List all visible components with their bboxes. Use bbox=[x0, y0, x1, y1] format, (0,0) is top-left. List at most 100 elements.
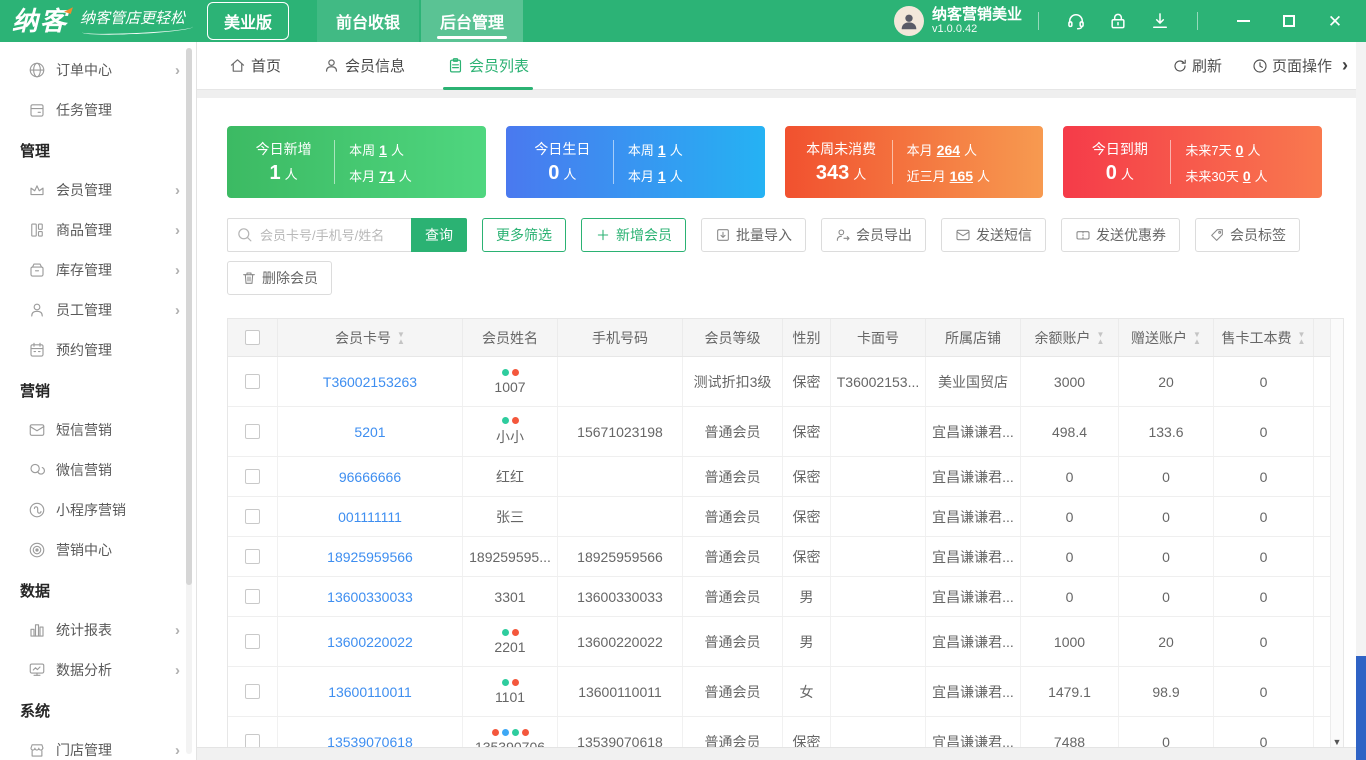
delete-member-button[interactable]: 删除会员 bbox=[227, 261, 332, 295]
edition-button[interactable]: 美业版 bbox=[207, 2, 290, 40]
sidebar-item-analysis[interactable]: 数据分析 › bbox=[0, 650, 196, 690]
row-checkbox[interactable] bbox=[245, 634, 260, 649]
chevron-right-icon[interactable]: › bbox=[1342, 55, 1348, 76]
sidebar-scrollbar[interactable] bbox=[186, 48, 192, 754]
sort-asc-icon[interactable]: ▲ bbox=[1193, 337, 1201, 345]
subrow-value-link[interactable]: 71 bbox=[379, 168, 395, 184]
cell-level: 普通会员 bbox=[683, 577, 783, 616]
stat-card-2: 本周未消费 343 人本月 264 人近三月 165 人 bbox=[784, 126, 1044, 198]
account-info[interactable]: 纳客营销美业 v1.0.0.42 bbox=[893, 6, 1022, 36]
member-card-link[interactable]: 13600220022 bbox=[327, 634, 413, 650]
member-card-link[interactable]: 18925959566 bbox=[327, 549, 413, 565]
row-checkbox[interactable] bbox=[245, 549, 260, 564]
sidebar-item-miniprogram-marketing[interactable]: 小程序营销 bbox=[0, 490, 196, 530]
target-icon bbox=[28, 541, 46, 559]
tab-backend-manage[interactable]: 后台管理 bbox=[421, 0, 524, 42]
column-header-1[interactable]: 会员卡号 ▼ ▲ bbox=[278, 319, 463, 356]
minimize-button[interactable] bbox=[1226, 7, 1260, 35]
column-header-9[interactable]: 赠送账户 ▼ ▲ bbox=[1119, 319, 1214, 356]
headset-icon[interactable] bbox=[1066, 11, 1086, 31]
sidebar-item-sms-marketing[interactable]: 短信营销 bbox=[0, 410, 196, 450]
subrow-value-link[interactable]: 1 bbox=[658, 168, 666, 184]
table-scrollbar[interactable]: ▼ bbox=[1330, 319, 1343, 760]
member-card-link[interactable]: 13600110011 bbox=[328, 684, 412, 700]
search-input[interactable] bbox=[227, 218, 411, 252]
horizontal-scrollbar[interactable] bbox=[197, 747, 1356, 760]
subrow-value-link[interactable]: 264 bbox=[937, 142, 960, 158]
more-filter-button[interactable]: 更多筛选 bbox=[482, 218, 566, 252]
member-card-link[interactable]: T36002153263 bbox=[323, 374, 417, 390]
send-coupon-label: 发送优惠券 bbox=[1096, 227, 1166, 243]
add-member-button[interactable]: 新增会员 bbox=[581, 218, 686, 252]
row-checkbox-cell bbox=[228, 667, 278, 716]
sidebar-item-products[interactable]: 商品管理 › bbox=[0, 210, 196, 250]
member-card-link[interactable]: 13600330033 bbox=[327, 589, 413, 605]
cell-gift: 0 bbox=[1119, 537, 1214, 576]
scroll-down-arrow-icon[interactable]: ▼ bbox=[1331, 737, 1343, 747]
member-card-link[interactable]: 5201 bbox=[354, 424, 385, 440]
stat-card-unit: 人 bbox=[563, 167, 577, 182]
sort-asc-icon[interactable]: ▲ bbox=[1097, 337, 1105, 345]
cell-card_face bbox=[831, 457, 926, 496]
member-card-link[interactable]: 96666666 bbox=[339, 469, 401, 485]
cell-fee: 0 bbox=[1214, 497, 1314, 536]
query-button[interactable]: 查询 bbox=[411, 218, 467, 252]
subrow-value-link[interactable]: 165 bbox=[950, 168, 973, 184]
close-button[interactable]: ✕ bbox=[1318, 7, 1352, 35]
sidebar-item-staff[interactable]: 员工管理 › bbox=[0, 290, 196, 330]
send-sms-button[interactable]: 发送短信 bbox=[941, 218, 1046, 252]
row-checkbox[interactable] bbox=[245, 509, 260, 524]
member-card-link[interactable]: 001111111 bbox=[338, 509, 402, 525]
sort-icons[interactable]: ▼ ▲ bbox=[397, 330, 405, 345]
sidebar-item-stores[interactable]: 门店管理 › bbox=[0, 730, 196, 760]
sidebar-item-wechat-marketing[interactable]: 微信营销 bbox=[0, 450, 196, 490]
lock-icon[interactable] bbox=[1108, 11, 1128, 31]
store-icon bbox=[28, 741, 46, 759]
row-checkbox[interactable] bbox=[245, 374, 260, 389]
stat-card-subrow: 未来7天 0 人 bbox=[1185, 140, 1316, 159]
column-header-10[interactable]: 售卡工本费 ▼ ▲ bbox=[1214, 319, 1314, 356]
subrow-value-link[interactable]: 0 bbox=[1236, 142, 1244, 158]
sidebar-item-reports[interactable]: 统计报表 › bbox=[0, 610, 196, 650]
subrow-value-link[interactable]: 1 bbox=[379, 142, 387, 158]
refresh-button[interactable]: 刷新 bbox=[1172, 55, 1222, 76]
cell-name: 张三 bbox=[463, 497, 558, 536]
member-name: 小小 bbox=[496, 428, 524, 445]
sort-icons[interactable]: ▼ ▲ bbox=[1193, 330, 1201, 345]
sort-icons[interactable]: ▼ ▲ bbox=[1298, 330, 1306, 345]
tab-member-info[interactable]: 会员信息 bbox=[323, 42, 405, 90]
avatar[interactable] bbox=[893, 6, 924, 36]
sidebar-item-appointments[interactable]: 预约管理 bbox=[0, 330, 196, 370]
member-tag-button[interactable]: 会员标签 bbox=[1195, 218, 1300, 252]
cell-value: 0 bbox=[1259, 633, 1268, 650]
page-scrollbar[interactable] bbox=[1356, 42, 1366, 760]
cell-card-no: 18925959566 bbox=[278, 537, 463, 576]
sort-asc-icon[interactable]: ▲ bbox=[397, 337, 405, 345]
row-checkbox[interactable] bbox=[245, 684, 260, 699]
tab-home[interactable]: 首页 bbox=[229, 42, 281, 90]
send-coupon-button[interactable]: 发送优惠券 bbox=[1061, 218, 1180, 252]
sidebar-item-inventory[interactable]: 库存管理 › bbox=[0, 250, 196, 290]
download-icon[interactable] bbox=[1150, 11, 1170, 31]
row-checkbox[interactable] bbox=[245, 469, 260, 484]
subrow-value-link[interactable]: 1 bbox=[658, 142, 666, 158]
sort-asc-icon[interactable]: ▲ bbox=[1298, 337, 1306, 345]
column-header-8[interactable]: 余额账户 ▼ ▲ bbox=[1021, 319, 1119, 356]
sidebar-item-tasks[interactable]: 任务管理 bbox=[0, 90, 196, 130]
cell-value: 宜昌谦谦君... bbox=[932, 683, 1014, 700]
sidebar-item-orders[interactable]: 订单中心 › bbox=[0, 50, 196, 90]
member-export-button[interactable]: 会员导出 bbox=[821, 218, 926, 252]
subrow-value-link[interactable]: 0 bbox=[1243, 168, 1251, 184]
tab-member-list[interactable]: 会员列表 bbox=[443, 42, 534, 90]
tab-front-cashier[interactable]: 前台收银 bbox=[317, 0, 420, 42]
sidebar-item-marketing-center[interactable]: 营销中心 bbox=[0, 530, 196, 570]
row-checkbox[interactable] bbox=[245, 424, 260, 439]
select-all-checkbox[interactable] bbox=[245, 330, 260, 345]
sort-icons[interactable]: ▼ ▲ bbox=[1097, 330, 1105, 345]
sidebar-item-members[interactable]: 会员管理 › bbox=[0, 170, 196, 210]
batch-import-button[interactable]: 批量导入 bbox=[701, 218, 806, 252]
maximize-button[interactable] bbox=[1272, 7, 1306, 35]
page-ops-button[interactable]: 页面操作 bbox=[1252, 55, 1332, 76]
row-checkbox[interactable] bbox=[245, 589, 260, 604]
page-scrollbar-thumb[interactable] bbox=[1356, 656, 1366, 760]
